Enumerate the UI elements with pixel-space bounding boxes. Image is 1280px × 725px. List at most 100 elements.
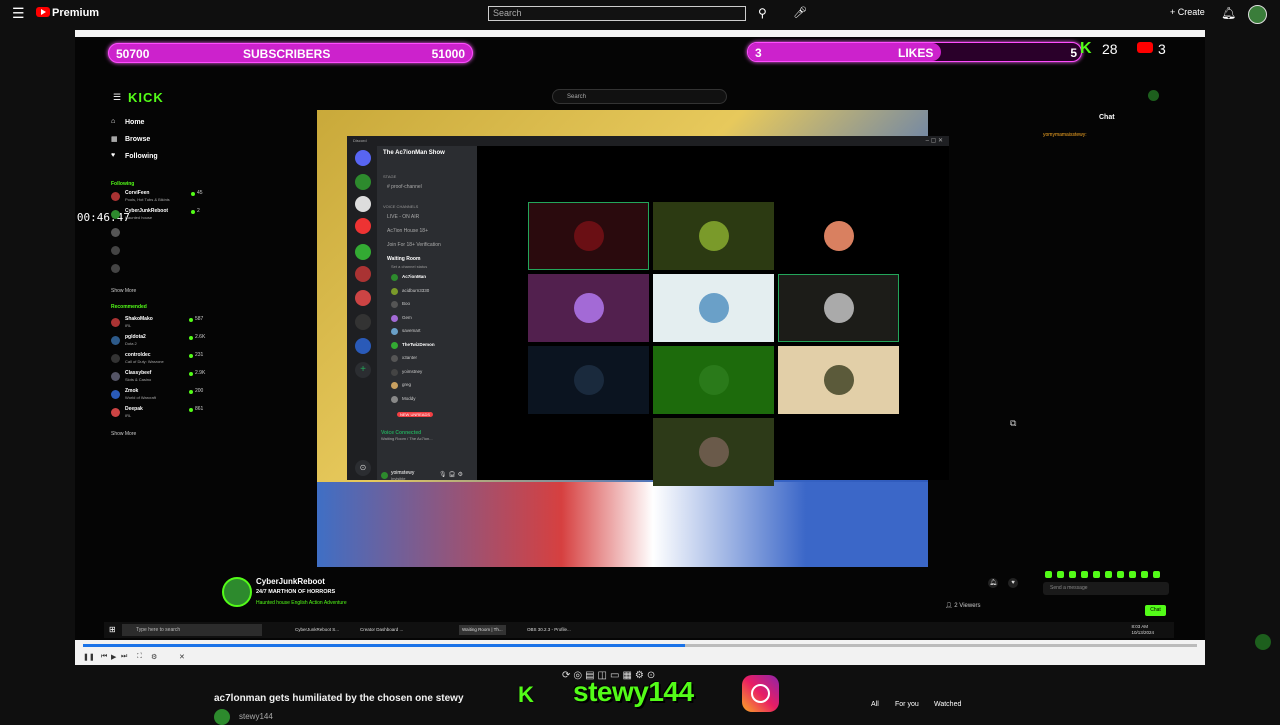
chat-send-button[interactable]: Chat: [1145, 605, 1166, 616]
video-tile[interactable]: [653, 418, 774, 486]
video-tile[interactable]: [653, 274, 774, 342]
premium-label[interactable]: Premium: [52, 7, 99, 19]
voice-user-name[interactable]: yoimstney: [402, 369, 422, 374]
video-tile[interactable]: [653, 202, 774, 270]
emote-icon[interactable]: [1105, 571, 1112, 578]
video-tile[interactable]: [778, 202, 899, 270]
taskbar-search[interactable]: Type here to search: [122, 624, 262, 636]
streamer-avatar[interactable]: [222, 577, 252, 607]
voice-user-name[interactable]: Moddy: [402, 396, 416, 401]
settings-icon[interactable]: ⚙: [151, 653, 157, 661]
channel-name[interactable]: Deepak: [125, 406, 143, 412]
kick-corner-icon[interactable]: [1255, 634, 1271, 650]
microphone-icon[interactable]: 🎤︎: [793, 6, 807, 20]
channel-avatar[interactable]: [214, 709, 230, 725]
new-unreads-badge[interactable]: NEW UNREADS: [397, 412, 434, 417]
nav-following[interactable]: Following: [125, 153, 158, 160]
bell-icon[interactable]: 🔔︎: [988, 578, 998, 588]
channel-name[interactable]: pgldota2: [125, 334, 146, 340]
emote-icon[interactable]: [1081, 571, 1088, 578]
windows-start-icon[interactable]: ⊞: [109, 625, 116, 634]
chat-message-user[interactable]: yomymamaisstewy:: [1043, 132, 1087, 138]
my-avatar[interactable]: [381, 472, 388, 479]
voice-channel-house[interactable]: Ac7ion House 18+: [387, 228, 428, 234]
server-icon[interactable]: [355, 174, 371, 190]
server-icon[interactable]: [355, 244, 371, 260]
emote-icon[interactable]: [1045, 571, 1052, 578]
account-avatar[interactable]: [1248, 5, 1267, 24]
voice-user-name[interactable]: greg: [402, 382, 411, 387]
channel-name[interactable]: Zmok: [125, 388, 138, 394]
voice-channel-live[interactable]: LIVE - ON AIR: [387, 214, 419, 220]
taskbar-app[interactable]: CyberJunkReboot S...: [292, 625, 342, 635]
server-icon[interactable]: [355, 338, 371, 354]
server-icon[interactable]: [355, 218, 371, 234]
pause-icon[interactable]: ❚❚: [83, 653, 95, 661]
server-icon[interactable]: [355, 266, 371, 282]
channel-name[interactable]: controldec: [125, 352, 151, 358]
filter-chip-watched[interactable]: Watched: [934, 701, 961, 708]
voice-user-name[interactable]: Gem: [402, 315, 412, 320]
emote-icon[interactable]: [1069, 571, 1076, 578]
emote-icon[interactable]: [1057, 571, 1064, 578]
voice-user-name[interactable]: Boo: [402, 301, 410, 306]
video-tile[interactable]: [528, 202, 649, 270]
video-title[interactable]: ac7lonman gets humiliated by the chosen …: [214, 693, 464, 704]
voice-channel-verification[interactable]: Join For 18+ Verification: [387, 242, 441, 248]
filter-chip-for-you[interactable]: For you: [895, 701, 919, 708]
emote-icon[interactable]: [1153, 571, 1160, 578]
voice-user-name[interactable]: TheTwizDemon: [402, 342, 435, 347]
emote-row[interactable]: [1045, 565, 1175, 578]
show-more-following[interactable]: Show More: [111, 288, 136, 294]
nav-browse[interactable]: Browse: [125, 136, 150, 143]
play-icon[interactable]: ▶: [111, 653, 116, 661]
previous-icon[interactable]: ⏮: [101, 653, 107, 661]
emote-icon[interactable]: [1141, 571, 1148, 578]
video-tile[interactable]: [778, 346, 899, 414]
video-tile[interactable]: [653, 346, 774, 414]
server-icon[interactable]: [355, 196, 371, 212]
next-icon[interactable]: ⏭: [121, 653, 127, 661]
voice-channel-waiting[interactable]: Waiting Room: [387, 256, 420, 262]
mic-headset-settings-icons[interactable]: 🎙︎ 🎧︎ ⚙︎: [439, 471, 463, 478]
voice-user-name[interactable]: Ac7ionMan: [402, 274, 426, 279]
kick-account-avatar[interactable]: [1148, 90, 1159, 101]
fullscreen-icon[interactable]: ⛶: [137, 653, 142, 661]
search-icon[interactable]: ⚲: [758, 6, 772, 20]
emote-icon[interactable]: [1129, 571, 1136, 578]
streamer-name[interactable]: CyberJunkReboot: [256, 577, 325, 586]
channel-name[interactable]: ShakoMako: [125, 316, 153, 322]
search-input[interactable]: Search: [488, 6, 746, 21]
add-server-icon[interactable]: +: [355, 362, 371, 378]
voice-user-name[interactable]: savemart: [402, 328, 421, 333]
menu-icon[interactable]: ☰: [12, 6, 26, 20]
text-channel[interactable]: # proof-channel: [387, 184, 422, 190]
show-more-recommended[interactable]: Show More: [111, 431, 136, 437]
filter-chip-all[interactable]: All: [871, 701, 879, 708]
chat-input[interactable]: Send a message: [1043, 582, 1169, 595]
create-button[interactable]: + Create: [1170, 7, 1205, 17]
voice-user-name[interactable]: x3anter: [402, 355, 417, 360]
channel-name[interactable]: Classybeef: [125, 370, 151, 376]
video-tile[interactable]: [778, 274, 899, 342]
emote-icon[interactable]: [1093, 571, 1100, 578]
discord-home-icon[interactable]: [355, 150, 371, 166]
video-player[interactable]: 50700 SUBSCRIBERS 51000 3 LIKES 5 K 28 3…: [75, 30, 1205, 665]
taskbar-app[interactable]: OBS 30.2.3 - Profile...: [524, 625, 574, 635]
nav-home[interactable]: Home: [125, 119, 144, 126]
server-name[interactable]: The Ac7ionMan Show: [383, 150, 445, 156]
emote-icon[interactable]: [1117, 571, 1124, 578]
channel-name[interactable]: CorviFeen: [125, 190, 149, 196]
window-controls[interactable]: ‒ ▢ ✕: [926, 137, 943, 144]
server-icon[interactable]: [355, 290, 371, 306]
kick-search-input[interactable]: Search: [552, 89, 727, 104]
follow-heart-icon[interactable]: ♥: [1008, 578, 1018, 588]
server-icon[interactable]: [355, 314, 371, 330]
voice-user-name[interactable]: acidburn3330: [402, 288, 429, 293]
taskbar-app[interactable]: Creator Dashboard ...: [357, 625, 406, 635]
progress-bar[interactable]: [83, 644, 1197, 647]
video-tile[interactable]: [528, 274, 649, 342]
video-tile[interactable]: [528, 346, 649, 414]
close-icon[interactable]: ✕: [179, 653, 185, 661]
discover-icon[interactable]: ⊙: [355, 460, 371, 476]
